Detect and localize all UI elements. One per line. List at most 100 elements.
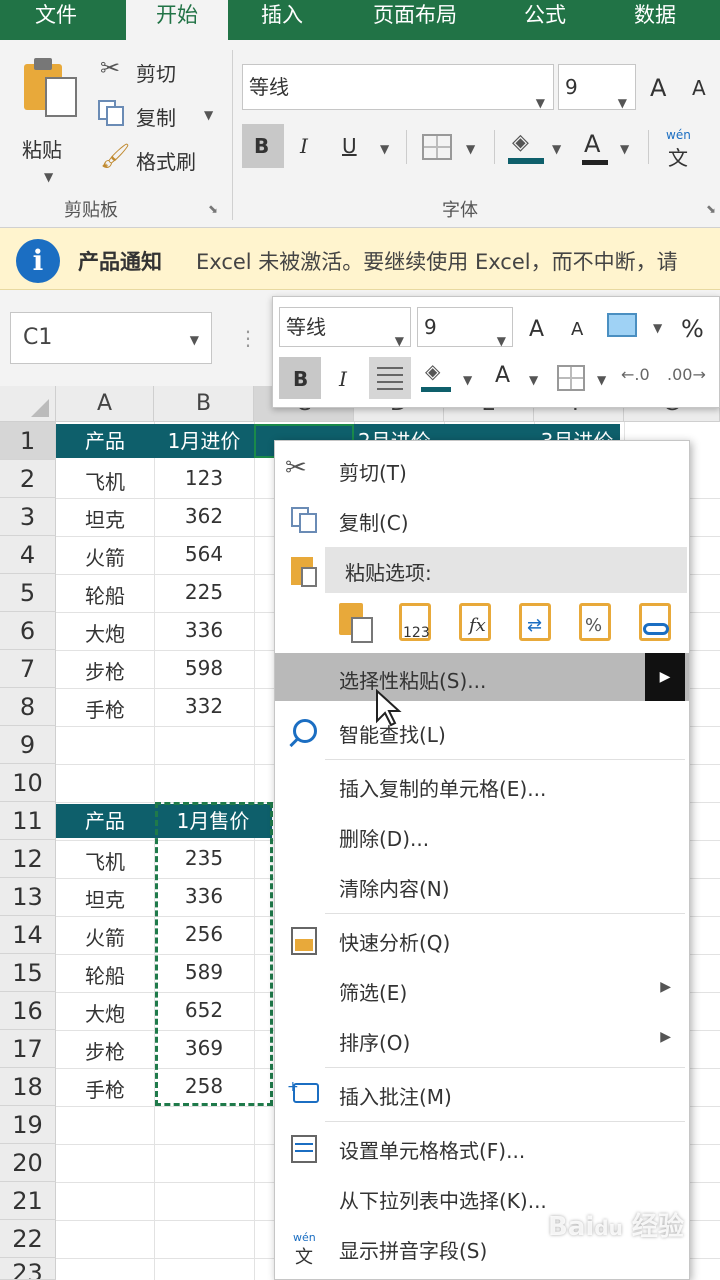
row-header-3[interactable]: 3 <box>0 498 56 536</box>
table-cell[interactable]: 332 <box>154 694 254 718</box>
mini-fill-color-button[interactable]: ◈ <box>421 359 453 399</box>
tab-insert[interactable]: 插入 <box>236 0 328 40</box>
borders-dropdown-caret[interactable]: ▼ <box>466 142 475 156</box>
row-header-23[interactable]: 23 <box>0 1258 56 1280</box>
column-header-b[interactable]: B <box>154 386 254 422</box>
row-header-9[interactable]: 9 <box>0 726 56 764</box>
mini-cell-style-button[interactable] <box>607 313 641 341</box>
select-all-corner[interactable] <box>0 386 56 422</box>
paste-button[interactable]: 粘贴 ▼ <box>14 54 84 194</box>
name-box[interactable]: C1 ▼ <box>10 312 212 364</box>
more-icon[interactable]: ⋮ <box>238 326 258 350</box>
row-header-17[interactable]: 17 <box>0 1030 56 1068</box>
table-cell[interactable]: 手枪 <box>56 694 154 723</box>
table-cell[interactable]: 大炮 <box>56 998 154 1027</box>
table-cell[interactable]: 飞机 <box>56 846 154 875</box>
table-cell[interactable]: 336 <box>154 618 254 642</box>
table-cell[interactable]: 火箭 <box>56 922 154 951</box>
paste-dropdown-caret[interactable]: ▼ <box>44 170 53 184</box>
paste-option-paste-icon[interactable] <box>335 599 381 647</box>
paste-option-transpose-icon[interactable]: ⇄ <box>513 599 559 647</box>
underline-dropdown-caret[interactable]: ▼ <box>380 142 389 156</box>
table-cell[interactable]: 598 <box>154 656 254 680</box>
table1-header-jan-cost[interactable]: 1月进价 <box>154 424 254 458</box>
paste-option-link-icon[interactable] <box>633 599 679 647</box>
table-cell[interactable]: 轮船 <box>56 960 154 989</box>
paste-option-formulas-icon[interactable]: fx <box>453 599 499 647</box>
mini-italic-button[interactable]: I <box>339 367 347 391</box>
fill-color-dropdown-caret[interactable]: ▼ <box>552 142 561 156</box>
row-header-5[interactable]: 5 <box>0 574 56 612</box>
mini-align-center-button[interactable] <box>369 357 411 399</box>
row-header-8[interactable]: 8 <box>0 688 56 726</box>
mini-percent-button[interactable]: % <box>681 315 704 343</box>
grow-font-button[interactable]: A <box>650 74 666 102</box>
clipboard-dialog-launcher-icon[interactable]: ⬊ <box>208 202 218 216</box>
mini-font-color-caret[interactable]: ▼ <box>529 373 538 387</box>
font-color-button[interactable]: A <box>580 128 610 168</box>
decrease-decimal-icon[interactable]: .00→ <box>667 365 706 384</box>
font-name-dropdown[interactable]: 等线 ▼ <box>242 64 554 110</box>
table-cell[interactable]: 轮船 <box>56 580 154 609</box>
mini-shrink-font-button[interactable]: A <box>571 319 583 340</box>
table1-header-product[interactable]: 产品 <box>56 424 154 458</box>
table-cell[interactable]: 步枪 <box>56 656 154 685</box>
table-cell[interactable]: 坦克 <box>56 884 154 913</box>
row-header-14[interactable]: 14 <box>0 916 56 954</box>
menu-item-format-cells[interactable]: 设置单元格格式(F)... <box>275 1123 689 1173</box>
cut-button[interactable]: ✂ 剪切 <box>96 54 206 88</box>
italic-button[interactable]: I <box>300 134 308 158</box>
tab-file[interactable]: 文件 <box>0 0 112 40</box>
table2-header-product[interactable]: 产品 <box>56 804 154 838</box>
menu-item-paste-special[interactable]: 选择性粘贴(S)... ▶ <box>275 653 689 701</box>
tab-page-layout[interactable]: 页面布局 <box>350 0 480 40</box>
menu-item-delete[interactable]: 删除(D)... <box>275 811 689 861</box>
table-cell[interactable]: 大炮 <box>56 618 154 647</box>
menu-item-copy[interactable]: 复制(C) <box>275 495 689 545</box>
mini-grow-font-button[interactable]: A <box>529 317 544 342</box>
format-painter-button[interactable]: 🖌 格式刷 <box>96 142 220 176</box>
row-header-21[interactable]: 21 <box>0 1182 56 1220</box>
menu-item-filter[interactable]: 筛选(E) ▶ <box>275 965 689 1015</box>
row-header-19[interactable]: 19 <box>0 1106 56 1144</box>
row-header-1[interactable]: 1 <box>0 422 56 460</box>
table-cell[interactable]: 火箭 <box>56 542 154 571</box>
mini-font-name-dropdown[interactable]: 等线 ▼ <box>279 307 411 348</box>
row-header-16[interactable]: 16 <box>0 992 56 1030</box>
font-size-dropdown[interactable]: 9 ▼ <box>558 64 636 110</box>
underline-button[interactable]: U <box>342 134 357 158</box>
row-header-15[interactable]: 15 <box>0 954 56 992</box>
table-cell[interactable]: 飞机 <box>56 466 154 495</box>
row-header-2[interactable]: 2 <box>0 460 56 498</box>
row-header-11[interactable]: 11 <box>0 802 56 840</box>
column-header-a[interactable]: A <box>56 386 154 422</box>
mini-cell-style-caret[interactable]: ▼ <box>653 321 662 335</box>
mini-font-size-dropdown[interactable]: 9 ▼ <box>417 307 513 348</box>
mini-borders-button[interactable] <box>557 365 585 391</box>
row-header-20[interactable]: 20 <box>0 1144 56 1182</box>
menu-item-quick-analysis[interactable]: 快速分析(Q) <box>275 915 689 965</box>
menu-item-clear-contents[interactable]: 清除内容(N) <box>275 861 689 911</box>
paste-option-formatting-icon[interactable]: % <box>573 599 619 647</box>
table-cell[interactable]: 564 <box>154 542 254 566</box>
tab-data[interactable]: 数据 <box>610 0 700 40</box>
row-header-18[interactable]: 18 <box>0 1068 56 1106</box>
menu-item-insert-copied-cells[interactable]: 插入复制的单元格(E)... <box>275 761 689 811</box>
row-header-6[interactable]: 6 <box>0 612 56 650</box>
copy-dropdown-caret[interactable]: ▼ <box>204 108 213 122</box>
row-header-22[interactable]: 22 <box>0 1220 56 1258</box>
table-cell[interactable]: 坦克 <box>56 504 154 533</box>
paste-option-values-icon[interactable]: 123 <box>393 599 439 647</box>
row-header-12[interactable]: 12 <box>0 840 56 878</box>
mini-borders-caret[interactable]: ▼ <box>597 373 606 387</box>
mini-fill-color-caret[interactable]: ▼ <box>463 373 472 387</box>
menu-item-sort[interactable]: 排序(O) ▶ <box>275 1015 689 1065</box>
copy-button[interactable]: 复制 ▼ <box>96 98 220 132</box>
row-header-7[interactable]: 7 <box>0 650 56 688</box>
phonetic-guide-button[interactable]: wén 文 <box>662 128 702 170</box>
table-cell[interactable]: 步枪 <box>56 1036 154 1065</box>
table-cell[interactable]: 123 <box>154 466 254 490</box>
table-cell[interactable]: 手枪 <box>56 1074 154 1103</box>
fill-color-button[interactable]: ◈ <box>508 128 544 168</box>
table-cell[interactable]: 225 <box>154 580 254 604</box>
